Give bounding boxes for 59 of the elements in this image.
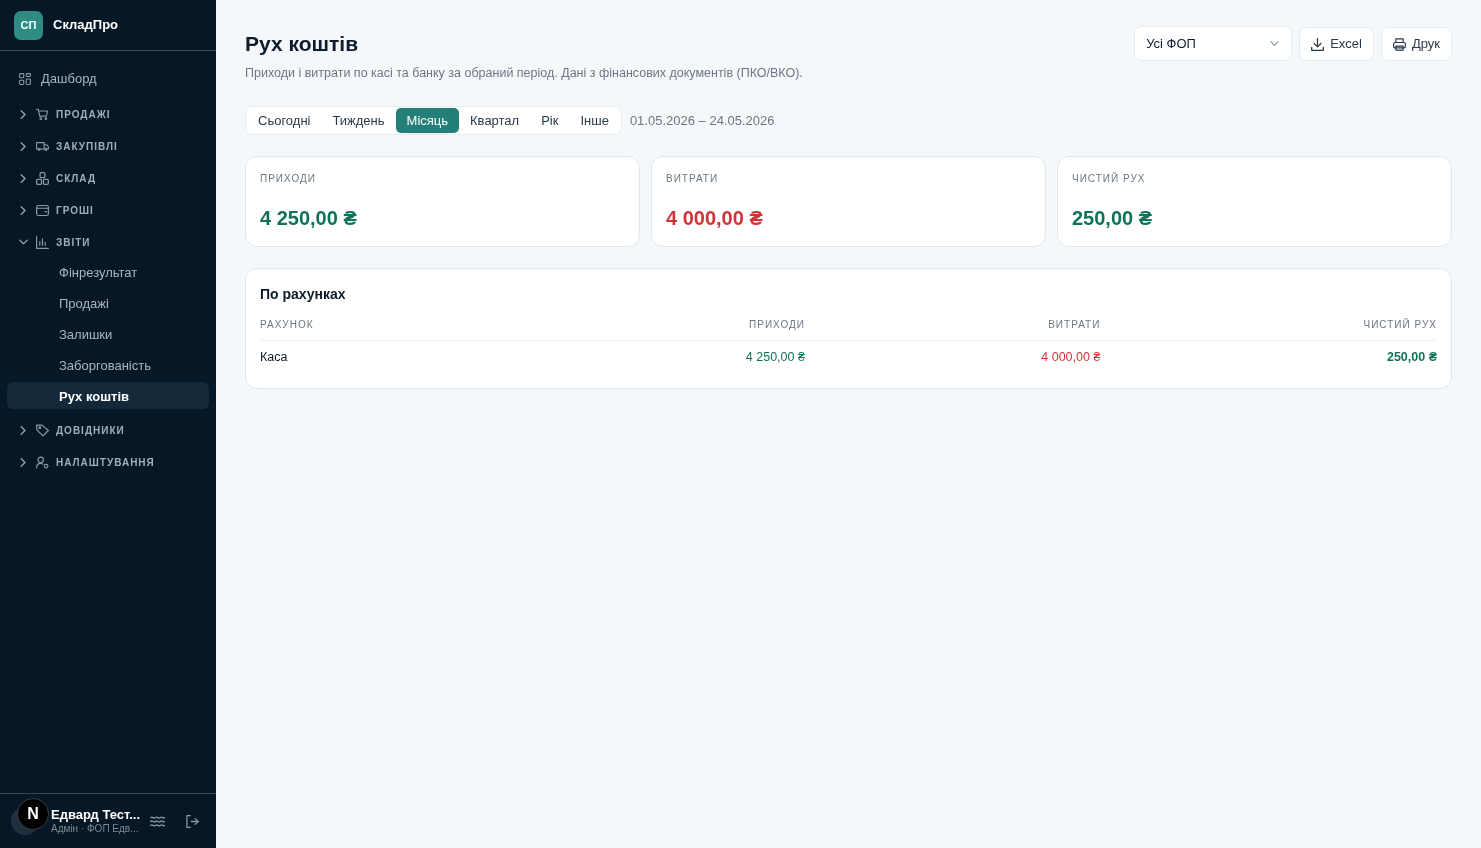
printer-icon xyxy=(1392,37,1406,51)
card-title: По рахунках xyxy=(260,284,347,303)
chevron-down-icon xyxy=(1270,41,1280,46)
logout-button[interactable] xyxy=(185,814,200,828)
column-header: РАХУНОК xyxy=(260,318,314,333)
card-label: ЧИСТИЙ РУХ xyxy=(1072,172,1147,185)
period-tab[interactable]: Тиждень xyxy=(321,107,396,133)
period-tab[interactable]: Інше xyxy=(569,107,620,133)
nav-group[interactable]: ГРОШІ xyxy=(7,194,209,226)
nav-link[interactable]: Залишки xyxy=(7,320,209,347)
table-cell-text: 250,00 ₴ xyxy=(1386,348,1437,366)
theme-button[interactable] xyxy=(150,814,165,828)
period-tab[interactable]: Квартал xyxy=(459,107,531,133)
cart-icon xyxy=(36,107,49,121)
table-cell-text: 4 250,00 ₴ xyxy=(745,348,805,366)
nav-link[interactable]: Продажі xyxy=(7,289,209,316)
nav-link[interactable]: Рух коштів xyxy=(7,382,209,409)
nav-group[interactable]: НАЛАШТУВАННЯ xyxy=(7,446,209,478)
brand-logo: СП xyxy=(14,10,43,40)
column-header: ПРИХОДИ xyxy=(749,318,805,333)
column-header: ВИТРАТИ xyxy=(1048,318,1101,333)
period-tab[interactable]: Місяць xyxy=(395,107,460,133)
column-header: ЧИСТИЙ РУХ xyxy=(1363,317,1437,333)
wave-lines-icon xyxy=(150,814,165,828)
card-label: ПРИХОДИ xyxy=(260,172,317,185)
logout-icon xyxy=(185,814,200,828)
nav-link[interactable]: Дашборд xyxy=(7,64,209,94)
nav-group[interactable]: СКЛАД xyxy=(7,162,209,194)
user-gear-icon xyxy=(36,455,49,469)
boxes-icon xyxy=(36,171,49,185)
nav-group[interactable]: ДОВІДНИКИ xyxy=(7,414,209,446)
nav-link[interactable]: Заборгованість xyxy=(7,351,209,378)
nav-link[interactable]: Фінрезультат xyxy=(7,258,209,285)
print-button[interactable]: Друк xyxy=(1380,27,1452,61)
user-role: Адмін · ФОП Едв... xyxy=(51,822,140,836)
nav-group[interactable]: ЗВІТИ xyxy=(7,226,209,258)
card-value: 4 250,00 ₴ xyxy=(260,205,358,230)
user-name: Едвард Тест... xyxy=(51,806,141,823)
period-tab[interactable]: Сьогодні xyxy=(247,107,322,133)
nav-group[interactable]: ПРОДАЖІ xyxy=(7,98,209,130)
page-title: Рух коштів xyxy=(245,31,360,57)
page-subtitle: Приходи і витрати по касі та банку за обраний період. Дані з фінансових документів (ПКО/ВКО). xyxy=(245,65,803,83)
download-icon xyxy=(1311,37,1325,51)
fop-select[interactable]: Усі ФОП xyxy=(1134,26,1293,61)
truck-icon xyxy=(36,139,49,153)
bar-chart-icon xyxy=(36,235,49,249)
period-tab[interactable]: Рік xyxy=(530,107,570,133)
tag-icon xyxy=(36,423,49,437)
table-cell-text: 4 000,00 ₴ xyxy=(1041,348,1101,366)
wallet-icon xyxy=(36,203,49,217)
dashboard-grid-icon xyxy=(19,73,31,85)
date-range: 01.05.2026 – 24.05.2026 xyxy=(629,111,775,130)
card-value: 4 000,00 ₴ xyxy=(666,205,764,230)
card-value: 250,00 ₴ xyxy=(1072,205,1154,230)
table-cell-text: Каса xyxy=(260,348,288,366)
nav-group[interactable]: ЗАКУПІВЛІ xyxy=(7,130,209,162)
card-label: ВИТРАТИ xyxy=(666,172,720,185)
brand-name: СкладПро xyxy=(53,16,119,35)
excel-button[interactable]: Excel xyxy=(1299,27,1374,61)
